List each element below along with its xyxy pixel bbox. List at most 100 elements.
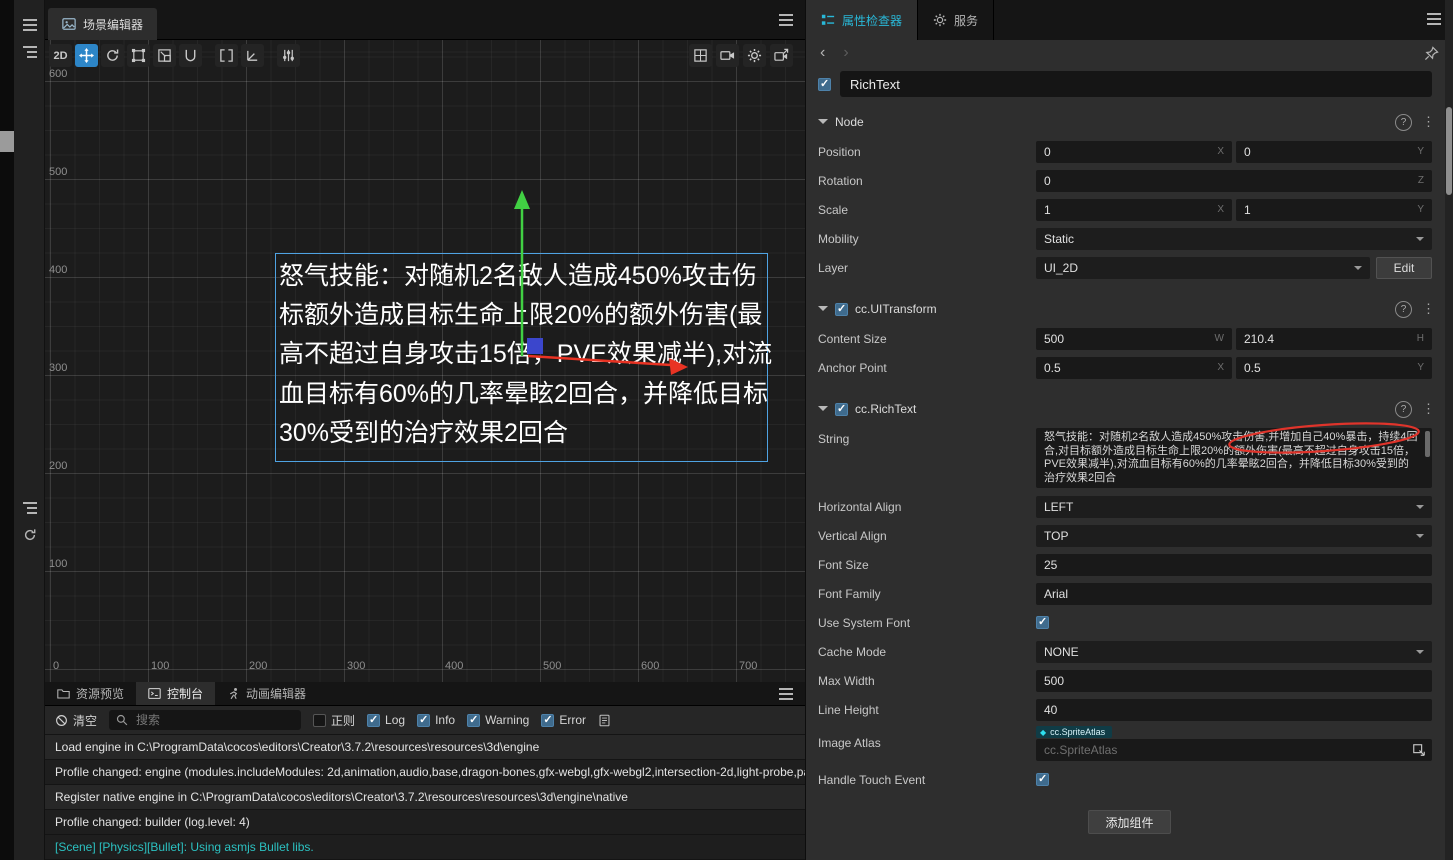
panel-list-button[interactable] xyxy=(22,500,38,516)
layer-edit-button[interactable]: Edit xyxy=(1376,256,1432,279)
layout-tool-button[interactable] xyxy=(277,44,300,67)
capture-button[interactable] xyxy=(770,44,793,67)
layer-row: Layer UI_2D Edit xyxy=(806,253,1453,282)
layer-select[interactable]: UI_2D xyxy=(1036,256,1370,279)
log-row[interactable]: [Scene] [Physics][Bullet]: Using asmjs B… xyxy=(45,835,805,860)
warning-filter[interactable]: Warning xyxy=(467,713,529,727)
regex-checkbox[interactable] xyxy=(313,713,327,727)
hierarchy-button[interactable] xyxy=(22,44,38,60)
max-width-label: Max Width xyxy=(818,673,875,688)
richtext-node-selection[interactable]: 怒气技能：对随机2名敌人造成450%攻击伤 标额外造成目标生命上限20%的额外伤… xyxy=(275,253,772,462)
grid-icon xyxy=(694,49,707,62)
more-options-icon[interactable] xyxy=(1422,301,1432,317)
help-icon[interactable] xyxy=(1395,300,1412,318)
more-options-icon[interactable] xyxy=(1422,114,1432,130)
tab-console[interactable]: 控制台 xyxy=(136,682,216,705)
error-checkbox[interactable] xyxy=(541,713,555,727)
mode-2d-button[interactable]: 2D xyxy=(49,44,72,67)
font-size-input[interactable]: 25 xyxy=(1036,553,1432,576)
camera-preview-button[interactable] xyxy=(716,44,739,67)
handle-touch-event-checkbox[interactable] xyxy=(1036,772,1049,786)
scene-viewport[interactable]: 600 500 400 300 200 100 0 100 200 300 40… xyxy=(45,40,805,682)
anchor-x-input[interactable]: 0.5 X xyxy=(1036,356,1232,379)
log-file-icon[interactable] xyxy=(598,714,611,727)
help-icon[interactable] xyxy=(1395,113,1412,131)
inspector-scrollbar[interactable] xyxy=(1445,0,1453,860)
scale-y-input[interactable]: 1Y xyxy=(1236,198,1432,221)
log-row[interactable]: Register native engine in C:\ProgramData… xyxy=(45,785,805,810)
more-options-icon[interactable] xyxy=(1422,401,1432,417)
rotation-z-input[interactable]: 0Z xyxy=(1036,169,1432,192)
max-width-input[interactable]: 500 xyxy=(1036,669,1432,692)
content-size-h-input[interactable]: 210.4 H xyxy=(1236,327,1432,350)
tab-asset-preview[interactable]: 资源预览 xyxy=(45,682,136,705)
richtext-section-header[interactable]: cc.RichText xyxy=(806,394,1453,424)
position-x-input[interactable]: 0X xyxy=(1036,140,1232,163)
log-row[interactable]: Load engine in C:\ProgramData\cocos\edit… xyxy=(45,735,805,760)
info-filter[interactable]: Info xyxy=(417,713,455,727)
inspector-menu-button[interactable] xyxy=(1427,12,1441,28)
rotate-tool-button[interactable] xyxy=(101,44,124,67)
help-icon[interactable] xyxy=(1395,400,1412,418)
uitransform-enabled-checkbox[interactable] xyxy=(835,302,848,316)
node-name-input[interactable]: RichText xyxy=(840,71,1432,97)
pin-button[interactable] xyxy=(1424,45,1439,61)
grid-toggle-button[interactable] xyxy=(689,44,712,67)
scale-x-input[interactable]: 1X xyxy=(1036,198,1232,221)
richtext-enabled-checkbox[interactable] xyxy=(835,402,848,416)
line-height-input[interactable]: 40 xyxy=(1036,698,1432,721)
main-menu-button[interactable] xyxy=(22,17,38,33)
node-section-header[interactable]: Node xyxy=(806,107,1453,137)
regex-filter[interactable]: 正则 xyxy=(313,712,355,729)
scene-settings-button[interactable] xyxy=(743,44,766,67)
uitransform-section-header[interactable]: cc.UITransform xyxy=(806,294,1453,324)
error-filter-label: Error xyxy=(559,713,586,727)
string-textarea[interactable]: 怒气技能：对随机2名敌人造成450%攻击伤害,并增加自己40%暴击，持续4回合,… xyxy=(1036,428,1432,488)
tab-inspector[interactable]: 属性检查器 xyxy=(806,0,919,40)
rect-tool-button[interactable] xyxy=(127,44,150,67)
position-y-input[interactable]: 0Y xyxy=(1236,140,1432,163)
string-scrollbar-thumb[interactable] xyxy=(1425,431,1430,457)
clear-console-button[interactable]: 清空 xyxy=(55,712,97,729)
info-checkbox[interactable] xyxy=(417,713,431,727)
log-filter[interactable]: Log xyxy=(367,713,405,727)
tab-scene-editor[interactable]: 场景编辑器 xyxy=(48,8,158,40)
scale-tool-button[interactable] xyxy=(153,44,176,67)
content-size-w-input[interactable]: 500 W xyxy=(1036,327,1232,350)
console-search[interactable] xyxy=(109,710,302,730)
image-atlas-asset-slot[interactable]: cc.SpriteAtlas xyxy=(1036,739,1432,761)
collapsed-panel-grip[interactable] xyxy=(0,131,14,152)
ruler-label: 400 xyxy=(49,264,68,276)
forward-button[interactable] xyxy=(843,45,848,61)
back-button[interactable] xyxy=(820,45,825,61)
move-tool-button[interactable] xyxy=(75,44,98,67)
console-search-input[interactable] xyxy=(134,712,295,728)
cache-mode-select[interactable]: NONE xyxy=(1036,640,1432,663)
console-menu-button[interactable] xyxy=(779,688,793,703)
ui-transform-tool-button[interactable] xyxy=(179,44,202,67)
error-filter[interactable]: Error xyxy=(541,713,586,727)
gizmo-y-arrowhead[interactable] xyxy=(514,190,530,209)
tab-animation-editor[interactable]: 动画编辑器 xyxy=(215,682,318,705)
transform-space-button[interactable] xyxy=(241,44,264,67)
font-family-input[interactable]: Arial xyxy=(1036,582,1432,605)
tab-services[interactable]: 服务 xyxy=(918,0,995,40)
horizontal-align-select[interactable]: LEFT xyxy=(1036,495,1432,518)
log-row[interactable]: Profile changed: builder (log.level: 4) xyxy=(45,810,805,835)
asset-picker-button[interactable] xyxy=(1412,743,1426,757)
add-component-button[interactable]: 添加组件 xyxy=(1088,810,1171,834)
log-row[interactable]: Profile changed: engine (modules.include… xyxy=(45,760,805,785)
inspector-panel: 属性检查器 服务 RichText Node xyxy=(805,0,1453,860)
vertical-align-select[interactable]: TOP xyxy=(1036,524,1432,547)
node-active-checkbox[interactable] xyxy=(818,77,831,91)
log-checkbox[interactable] xyxy=(367,713,381,727)
refresh-button[interactable] xyxy=(22,527,38,543)
anchor-y-input[interactable]: 0.5 Y xyxy=(1236,356,1432,379)
log-text: Profile changed: engine (modules.include… xyxy=(55,765,805,779)
use-system-font-checkbox[interactable] xyxy=(1036,615,1049,629)
inspector-scrollbar-thumb[interactable] xyxy=(1446,107,1452,195)
scene-menu-button[interactable] xyxy=(779,14,793,29)
mobility-select[interactable]: Static xyxy=(1036,227,1432,250)
snap-tool-button[interactable] xyxy=(215,44,238,67)
warning-checkbox[interactable] xyxy=(467,713,481,727)
